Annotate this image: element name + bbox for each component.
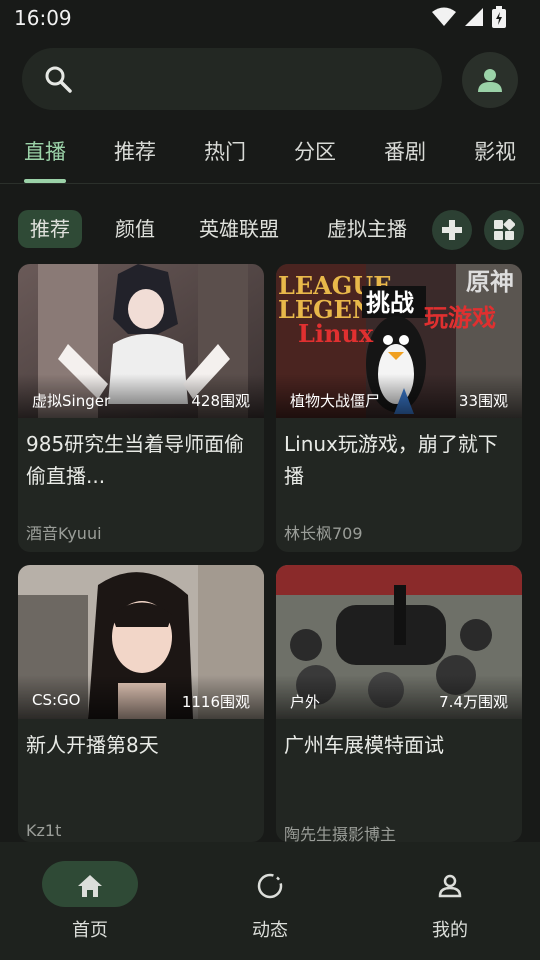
battery-icon bbox=[492, 6, 506, 28]
stream-card[interactable]: CS:GO 1116围观 新人开播第8天 Kz1t bbox=[18, 565, 264, 842]
thumb-bg-text: 原神 bbox=[466, 267, 514, 296]
chip-lol[interactable]: 英雄联盟 bbox=[199, 210, 279, 248]
tab-hot[interactable]: 热门 bbox=[204, 136, 246, 166]
grid-icon bbox=[494, 219, 515, 240]
nav-home[interactable]: 首页 bbox=[0, 842, 180, 960]
card-title: 新人开播第8天 bbox=[26, 733, 159, 757]
chip-looks[interactable]: 颜值 bbox=[115, 210, 155, 248]
gamepad-button[interactable] bbox=[432, 210, 472, 250]
nav-mine-label: 我的 bbox=[432, 920, 468, 941]
search-bar[interactable] bbox=[22, 48, 442, 110]
card-category: 户外 bbox=[290, 693, 321, 711]
card-author: 陶先生摄影博主 bbox=[284, 825, 397, 842]
stream-card[interactable]: 虚拟Singer 428围观 985研究生当着导师面偷偷直播... 酒音Kyuu… bbox=[18, 264, 264, 552]
card-category: CS:GO bbox=[32, 691, 81, 709]
nav-mine[interactable]: 我的 bbox=[360, 842, 540, 960]
card-author: Kz1t bbox=[26, 821, 62, 840]
card-author: 林长枫709 bbox=[284, 524, 363, 543]
dynamic-icon bbox=[257, 873, 283, 899]
tab-live[interactable]: 直播 bbox=[24, 136, 66, 166]
card-title: Linux玩游戏，崩了就下播 bbox=[284, 432, 498, 488]
tab-anime[interactable]: 番剧 bbox=[384, 136, 426, 166]
tab-film[interactable]: 影视 bbox=[474, 136, 516, 166]
card-title: 广州车展模特面试 bbox=[284, 733, 444, 757]
avatar-button[interactable] bbox=[462, 52, 518, 108]
signal-icon bbox=[465, 8, 483, 26]
chip-recommend[interactable]: 推荐 bbox=[18, 210, 82, 248]
card-author: 酒音Kyuui bbox=[26, 524, 102, 543]
card-viewers: 7.4万围观 bbox=[439, 693, 508, 711]
nav-home-label: 首页 bbox=[72, 920, 108, 941]
avatar-icon bbox=[478, 69, 502, 92]
wifi-icon bbox=[432, 7, 456, 26]
tab-partition[interactable]: 分区 bbox=[294, 136, 336, 166]
tab-divider bbox=[0, 183, 540, 184]
stream-card[interactable]: LEAGUE LEGEND 原神 挑战 Linux 玩游戏 植物大战僵尸 33围… bbox=[276, 264, 522, 552]
gamepad-icon bbox=[442, 220, 462, 240]
profile-icon bbox=[438, 874, 462, 898]
tab-bar: 直播 推荐 热门 分区 番剧 影视 bbox=[0, 130, 540, 182]
search-input[interactable] bbox=[94, 62, 428, 98]
card-title: 985研究生当着导师面偷偷直播... bbox=[26, 432, 245, 488]
search-icon[interactable] bbox=[44, 65, 72, 93]
tab-recommend[interactable]: 推荐 bbox=[114, 136, 156, 166]
status-icons bbox=[432, 6, 506, 28]
nav-dynamic[interactable]: 动态 bbox=[180, 842, 360, 960]
grid-button[interactable] bbox=[484, 210, 524, 250]
card-viewers: 1116围观 bbox=[181, 693, 250, 711]
stream-card[interactable]: 户外 7.4万围观 广州车展模特面试 陶先生摄影博主 bbox=[276, 565, 522, 842]
status-time: 16:09 bbox=[14, 6, 72, 30]
home-icon bbox=[78, 875, 102, 897]
thumb-text: Linux bbox=[298, 319, 374, 348]
bottom-navigation: 首页 动态 我的 bbox=[0, 842, 540, 960]
nav-dynamic-label: 动态 bbox=[252, 920, 288, 941]
chip-vtuber[interactable]: 虚拟主播 bbox=[327, 210, 407, 248]
thumb-badge-text: 挑战 bbox=[366, 289, 414, 317]
thumb-text: 玩游戏 bbox=[424, 304, 496, 332]
